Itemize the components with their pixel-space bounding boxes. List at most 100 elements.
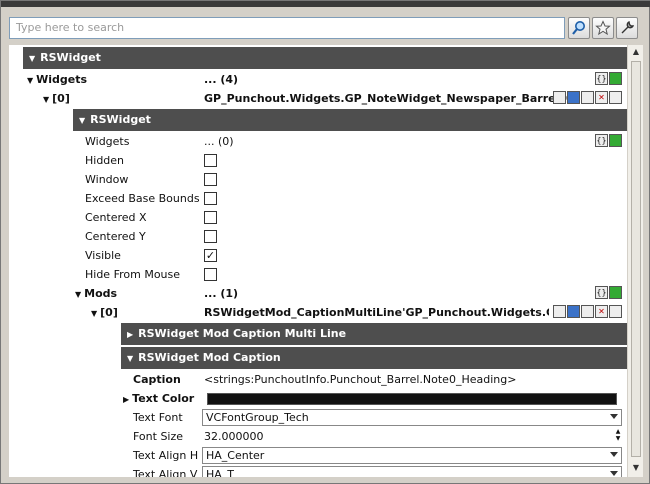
font-size-input[interactable]: 32.000000 [204,430,264,443]
clear-icon[interactable]: ✕ [595,305,608,318]
section-title: RSWidget [40,51,101,64]
array-insert-icon[interactable]: {} [595,286,608,299]
browse-icon[interactable] [581,305,594,318]
property-label: Window [85,173,129,186]
section-title: RSWidget Mod Caption [138,351,281,364]
property-row-widgets[interactable]: ▼ Widgets ... (4) {} [9,70,627,89]
search-input[interactable]: Type here to search [9,17,565,39]
vertical-scrollbar[interactable]: ▲ ▼ [627,45,643,477]
property-label: Text Align H [133,449,199,462]
property-value[interactable]: <strings:PunchoutInfo.Punchout_Barrel.No… [204,373,516,386]
property-row-centered-y[interactable]: Centered Y [9,227,627,246]
chevron-down-icon [610,452,618,457]
collapse-arrow-icon: ▼ [127,354,134,363]
centered-x-checkbox[interactable] [204,211,217,224]
section-header-rswidget[interactable]: ▼ RSWidget [23,47,627,69]
dropdown-icon[interactable] [567,305,580,318]
property-row-centered-x[interactable]: Centered X [9,208,627,227]
property-label: Hidden [85,154,125,167]
property-label: Text Font [133,411,183,424]
property-row-visible[interactable]: Visible ✓ [9,246,627,265]
property-grid: ▼ RSWidget ▼ Widgets ... (4) {} ▼ [0] GP_Pu… [9,45,639,477]
collapse-arrow-icon: ▼ [43,95,50,104]
expand-arrow-icon: ▶ [123,395,130,404]
text-align-v-select[interactable]: HA_T [202,466,622,477]
scroll-down-icon[interactable]: ▼ [630,463,642,475]
section-header-rswidget-sub[interactable]: ▼ RSWidget [73,109,627,131]
property-label: Mods [84,287,118,300]
wrench-icon [621,20,635,34]
add-item-icon[interactable] [609,134,622,147]
property-row-mods[interactable]: ▼ Mods ... (1) {} [9,284,627,303]
collapse-arrow-icon: ▼ [27,76,34,85]
chevron-down-icon [610,471,618,476]
text-color-swatch[interactable] [207,393,617,405]
property-label: Exceed Base Bounds [85,192,200,205]
array-insert-icon[interactable]: {} [595,134,608,147]
property-row-font-size[interactable]: Font Size 32.000000 ▲ ▼ [9,427,627,446]
property-label: Caption [133,373,181,386]
add-item-icon[interactable] [609,286,622,299]
property-row-hide-from-mouse[interactable]: Hide From Mouse [9,265,627,284]
dropdown-icon[interactable] [567,91,580,104]
property-row-mod-0[interactable]: ▼ [0] RSWidgetMod_CaptionMultiLine'GP_Pun… [9,303,627,322]
add-item-icon[interactable] [609,72,622,85]
star-icon [595,20,611,36]
property-row-hidden[interactable]: Hidden [9,151,627,170]
array-insert-icon[interactable]: {} [595,72,608,85]
property-row-exceed-base-bounds[interactable]: Exceed Base Bounds [9,189,627,208]
property-value: GP_Punchout.Widgets.GP_NoteWidget_Newspa… [204,92,580,105]
property-label: Text Align V [133,468,198,477]
scroll-up-icon[interactable]: ▲ [630,47,642,59]
browse-icon[interactable] [581,91,594,104]
collapse-arrow-icon: ▼ [29,54,36,63]
property-label: [0] [52,92,70,105]
section-header-caption-multiline[interactable]: ▶ RSWidget Mod Caption Multi Line [121,323,627,345]
property-value: ... (1) [204,287,239,300]
hide-from-mouse-checkbox[interactable] [204,268,217,281]
property-label: Centered Y [85,230,146,243]
select-value: HA_Center [206,449,265,462]
section-title: RSWidget [90,113,151,126]
property-row-text-align-h[interactable]: Text Align H HA_Center [9,446,627,465]
section-header-caption[interactable]: ▼ RSWidget Mod Caption [121,347,627,369]
property-row-text-align-v[interactable]: Text Align V HA_T [9,465,627,477]
expand-arrow-icon: ▶ [127,330,134,339]
text-align-h-select[interactable]: HA_Center [202,447,622,464]
property-label: Hide From Mouse [85,268,181,281]
title-strip [1,1,650,7]
property-row-text-color[interactable]: ▶ Text Color [9,389,627,408]
exceed-base-bounds-checkbox[interactable] [204,192,217,205]
property-row-caption[interactable]: Caption <strings:PunchoutInfo.Punchout_B… [9,370,627,389]
hidden-checkbox[interactable] [204,154,217,167]
property-window: Type here to search ▼ RSWidget ▼ Widgets .… [0,0,650,484]
property-value: ... (4) [204,73,239,86]
copy-icon[interactable] [609,91,622,104]
collapse-arrow-icon: ▼ [79,116,86,125]
select-value: HA_T [206,468,235,477]
property-label: Font Size [133,430,184,443]
property-row-window[interactable]: Window [9,170,627,189]
copy-icon[interactable] [609,305,622,318]
property-row-sub-widgets[interactable]: Widgets ... (0) {} [9,132,627,151]
property-row-text-font[interactable]: Text Font VCFontGroup_Tech [9,408,627,427]
favorites-button[interactable] [592,17,614,39]
search-icon [572,21,585,35]
visible-checkbox[interactable]: ✓ [204,249,217,262]
centered-y-checkbox[interactable] [204,230,217,243]
clear-icon[interactable]: ✕ [595,91,608,104]
window-checkbox[interactable] [204,173,217,186]
use-selected-icon[interactable] [553,305,566,318]
use-selected-icon[interactable] [553,91,566,104]
property-row-item-0[interactable]: ▼ [0] GP_Punchout.Widgets.GP_NoteWidget_N… [9,89,627,108]
property-label: Visible [85,249,121,262]
collapse-arrow-icon: ▼ [75,290,82,299]
scroll-thumb[interactable] [631,61,641,457]
settings-button[interactable] [616,17,638,39]
collapse-arrow-icon: ▼ [91,309,98,318]
spinner-icon[interactable]: ▲ ▼ [612,428,624,444]
search-button[interactable] [568,17,590,39]
property-value: ... (0) [204,135,234,148]
text-font-select[interactable]: VCFontGroup_Tech [202,409,622,426]
section-title: RSWidget Mod Caption Multi Line [138,327,347,340]
